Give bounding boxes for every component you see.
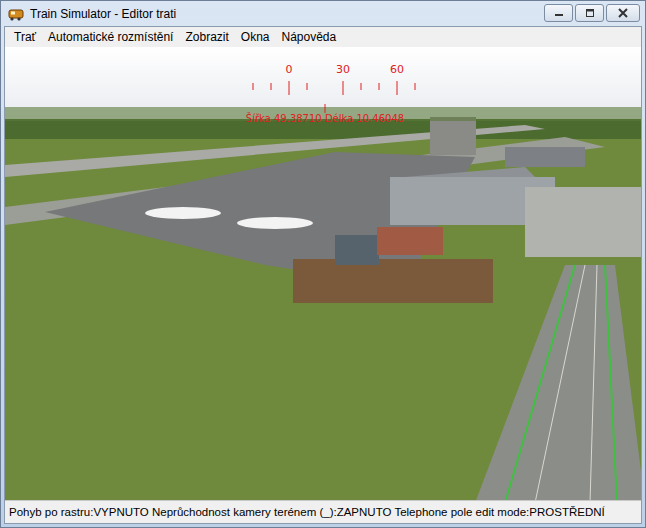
close-button[interactable] — [606, 4, 640, 22]
compass-label: 0 — [286, 63, 293, 76]
menu-item[interactable]: Automatické rozmístění — [42, 30, 179, 44]
close-icon — [617, 8, 629, 18]
window-title: Train Simulator - Editor trati — [30, 7, 538, 21]
compass-label: 30 — [336, 63, 350, 76]
menu-item[interactable]: Zobrazit — [179, 30, 234, 44]
title-bar[interactable]: Train Simulator - Editor trati — [4, 1, 642, 26]
compass: 0 30 60 Šířka 49.38710 Délka 10.46048 — [5, 47, 641, 127]
coordinates: Šířka 49.38710 Délka 10.46048 — [246, 113, 404, 124]
maximize-button[interactable] — [575, 4, 604, 22]
train-icon — [8, 6, 24, 22]
window: Train Simulator - Editor trati TraťAutom… — [0, 0, 646, 528]
viewport[interactable]: 0 30 60 Šířka 49.38710 Délka 10.46048 — [5, 47, 641, 500]
status-bar: Pohyb po rastru:VYPNUTO Neprůchodnost ka… — [5, 500, 641, 523]
menu-item[interactable]: Nápověda — [276, 30, 343, 44]
menu-item[interactable]: Trať — [8, 30, 42, 44]
compass-label: 60 — [390, 63, 404, 76]
maximize-icon — [584, 8, 596, 18]
minimize-icon — [553, 8, 565, 18]
menu-bar: TraťAutomatické rozmístěníZobrazitOknaNá… — [5, 27, 641, 47]
status-text: Pohyb po rastru:VYPNUTO Neprůchodnost ka… — [9, 506, 605, 518]
menu-item[interactable]: Okna — [235, 30, 276, 44]
minimize-button[interactable] — [544, 4, 573, 22]
